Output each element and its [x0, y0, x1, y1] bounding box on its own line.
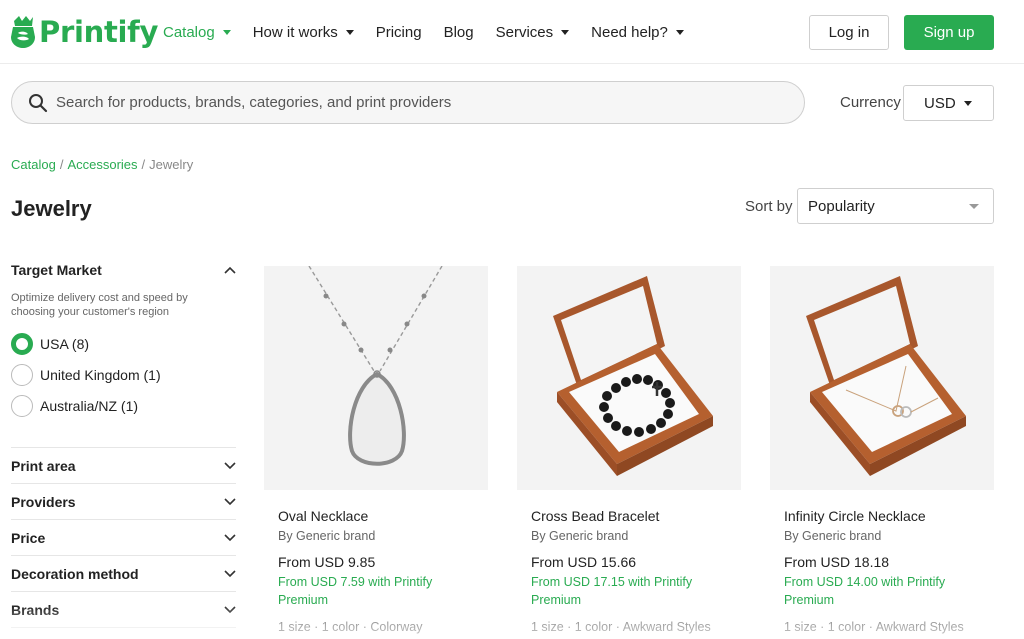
filter-target-market-header[interactable]: Target Market: [11, 253, 236, 287]
radio-option-usa[interactable]: USA (8): [11, 328, 236, 359]
filter-label: Decoration method: [11, 565, 139, 582]
radio-checked[interactable]: [11, 332, 33, 355]
breadcrumb-catalog[interactable]: Catalog: [11, 157, 56, 172]
product-title[interactable]: Infinity Circle Necklace: [784, 508, 994, 524]
divider: [11, 627, 236, 628]
currency-select[interactable]: USD: [903, 85, 994, 121]
filter-label: Brands: [11, 601, 60, 618]
necklace-box-image: [806, 276, 966, 476]
chevron-down-icon: [224, 569, 236, 577]
nav-how-it-works-label: How it works: [252, 23, 338, 41]
filter-decoration-method[interactable]: Decoration method: [11, 555, 236, 591]
nav-pricing[interactable]: Pricing: [376, 24, 422, 41]
breadcrumb-accessories[interactable]: Accessories: [67, 157, 137, 172]
chevron-down-icon: [675, 30, 684, 35]
printify-logo[interactable]: Printify: [10, 14, 158, 50]
oval-necklace-image: [308, 266, 443, 466]
chevron-down-icon: [224, 605, 236, 613]
product-meta: 1 size · 1 color · Colorway: [278, 620, 423, 634]
product-premium-price: From USD 17.15 with Printify Premium: [531, 575, 693, 607]
login-button[interactable]: Log in: [809, 15, 889, 50]
product-premium-price: From USD 14.00 with Printify Premium: [784, 575, 946, 607]
nav-need-help-label: Need help?: [591, 23, 668, 41]
search-icon: [29, 93, 48, 112]
filter-label: Price: [11, 529, 46, 546]
nav-blog-label: Blog: [443, 23, 474, 41]
chevron-down-icon: [224, 461, 236, 469]
printify-logo-icon: [11, 16, 35, 48]
product-meta: 1 size · 1 color · Awkward Styles: [531, 620, 711, 634]
sort-value: Popularity: [808, 197, 875, 215]
nav-services[interactable]: Services: [496, 24, 570, 41]
chevron-down-icon: [969, 204, 979, 209]
nav-pricing-label: Pricing: [375, 23, 422, 41]
currency-label: Currency: [840, 94, 901, 111]
signup-button[interactable]: Sign up: [904, 15, 994, 50]
product-price: From USD 18.18: [784, 554, 890, 570]
nav-catalog[interactable]: Catalog: [163, 24, 231, 41]
chevron-down-icon: [224, 533, 236, 541]
filter-label: Print area: [11, 457, 76, 474]
product-image[interactable]: [517, 266, 741, 490]
filter-price[interactable]: Price: [11, 519, 236, 555]
breadcrumb-separator: /: [141, 157, 146, 172]
chevron-down-icon: [222, 30, 231, 35]
product-meta: 1 size · 1 color · Awkward Styles: [784, 620, 964, 634]
radio-option-uk[interactable]: United Kingdom (1): [11, 359, 236, 390]
chevron-down-icon: [224, 497, 236, 505]
filter-providers[interactable]: Providers: [11, 483, 236, 519]
sort-select[interactable]: Popularity: [797, 188, 994, 224]
filter-label: Providers: [11, 493, 76, 510]
chevron-down-icon: [561, 30, 570, 35]
chevron-down-icon: [963, 101, 972, 106]
logo-text: Printify: [39, 15, 159, 49]
product-brand: By Generic brand: [278, 529, 376, 543]
filter-target-market-title: Target Market: [11, 262, 102, 278]
radio-label: United Kingdom (1): [40, 366, 161, 383]
nav-services-label: Services: [495, 23, 554, 41]
product-image[interactable]: [770, 266, 994, 490]
radio-unchecked[interactable]: [11, 363, 33, 386]
filter-print-area[interactable]: Print area: [11, 447, 236, 483]
product-title[interactable]: Oval Necklace: [278, 508, 488, 524]
nav-catalog-label: Catalog: [163, 23, 215, 41]
main-nav: Catalog How it works Pricing Blog Servic…: [163, 0, 706, 64]
product-brand: By Generic brand: [531, 529, 629, 543]
sort-label: Sort by: [745, 198, 793, 215]
breadcrumb-current: Jewelry: [149, 157, 194, 172]
filter-target-market-description: Optimize delivery cost and speed by choo…: [11, 292, 188, 318]
breadcrumb: Catalog / Accessories / Jewelry: [11, 157, 193, 172]
product-card[interactable]: Oval Necklace By Generic brand From USD …: [264, 266, 488, 634]
nav-blog[interactable]: Blog: [444, 24, 474, 41]
bracelet-box-image: [553, 276, 713, 476]
search-bar[interactable]: [11, 81, 805, 124]
radio-label: Australia/NZ (1): [40, 397, 139, 414]
radio-unchecked[interactable]: [11, 394, 33, 417]
search-input[interactable]: [56, 94, 756, 111]
currency-value: USD: [924, 94, 956, 112]
chevron-up-icon: [224, 266, 236, 274]
product-price: From USD 15.66: [531, 554, 637, 570]
breadcrumb-separator: /: [59, 157, 64, 172]
chevron-down-icon: [345, 30, 354, 35]
product-brand: By Generic brand: [784, 529, 882, 543]
product-price: From USD 9.85: [278, 554, 376, 570]
nav-need-help[interactable]: Need help?: [591, 24, 684, 41]
top-header: Printify Catalog How it works Pricing Bl…: [0, 0, 1024, 64]
product-card[interactable]: Infinity Circle Necklace By Generic bran…: [770, 266, 994, 634]
filter-brands[interactable]: Brands: [11, 591, 236, 627]
product-premium-price: From USD 7.59 with Printify Premium: [278, 575, 433, 607]
product-title[interactable]: Cross Bead Bracelet: [531, 508, 741, 524]
nav-how-it-works[interactable]: How it works: [253, 24, 354, 41]
product-image[interactable]: [264, 266, 488, 490]
radio-label: USA (8): [40, 335, 90, 352]
page-title: Jewelry: [11, 196, 92, 221]
radio-option-australia-nz[interactable]: Australia/NZ (1): [11, 390, 236, 421]
product-card[interactable]: Cross Bead Bracelet By Generic brand Fro…: [517, 266, 741, 634]
filter-sidebar: Target Market Optimize delivery cost and…: [11, 253, 236, 421]
